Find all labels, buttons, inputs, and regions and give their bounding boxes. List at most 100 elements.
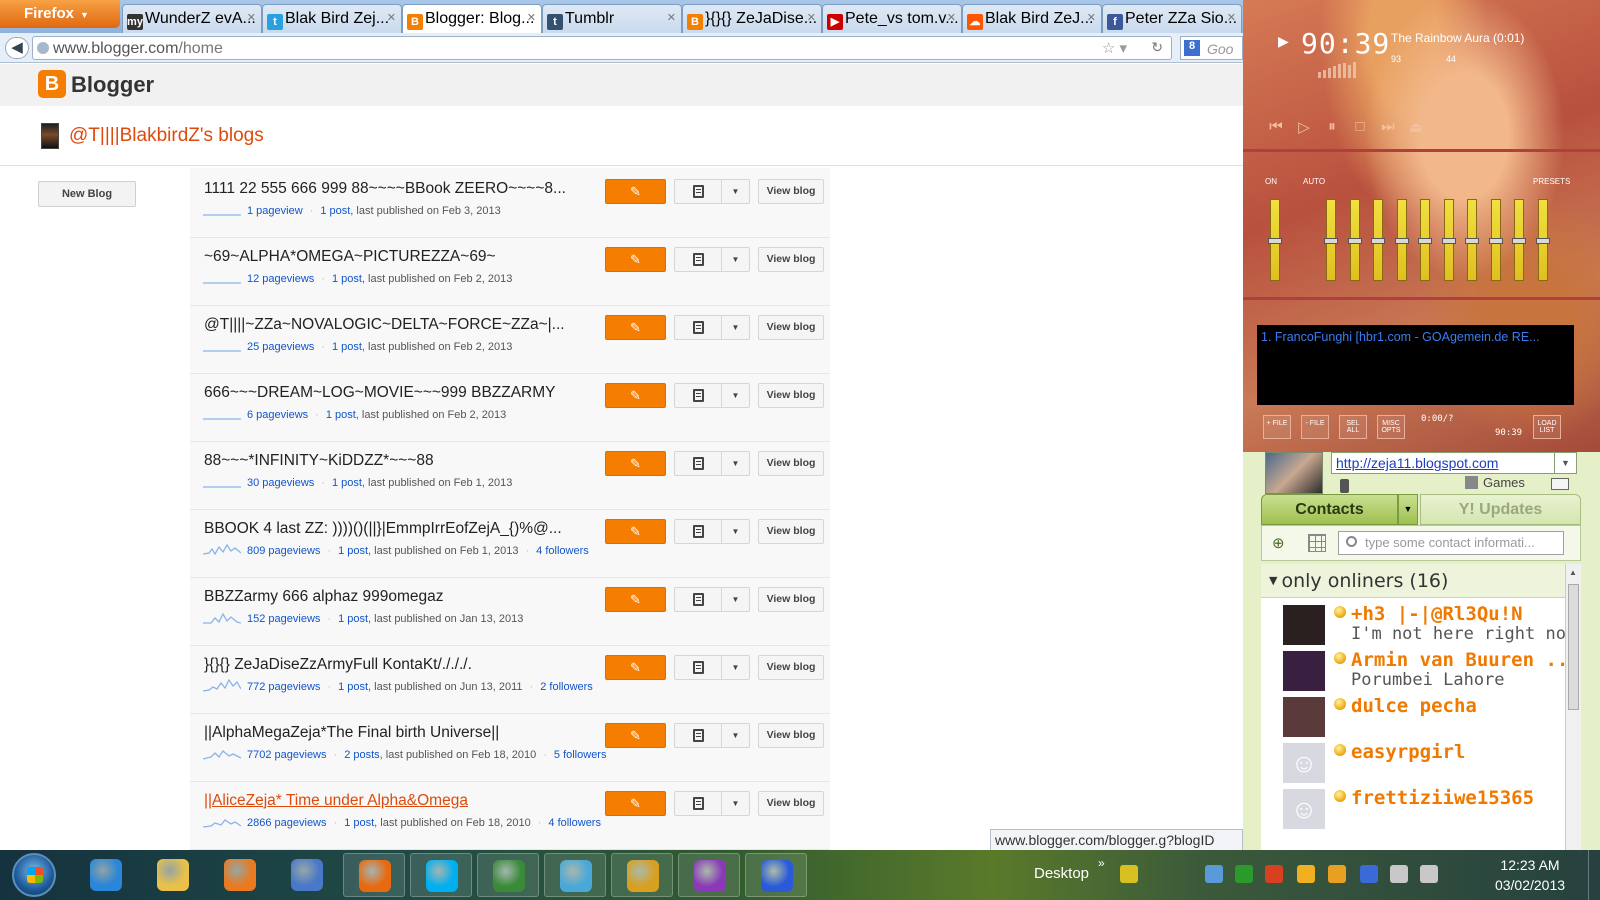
eq-band-slider[interactable] [1347,199,1362,281]
eq-band-slider[interactable] [1324,199,1338,281]
posts-link[interactable]: 1 post [332,341,362,353]
new-post-pencil-icon[interactable]: ✎ [605,247,666,272]
paint-taskbar-button[interactable] [276,853,338,897]
mail-icon[interactable] [1551,478,1569,490]
posts-link[interactable]: 1 post [338,613,368,625]
close-icon[interactable]: ✕ [1087,11,1096,24]
posts-button[interactable] [674,519,722,544]
posts-link[interactable]: 2 posts [344,749,379,761]
network-icon[interactable] [1390,865,1408,883]
new-post-pencil-icon[interactable]: ✎ [605,791,666,816]
close-icon[interactable]: ✕ [247,11,256,24]
blog-title-link[interactable]: ||AliceZeja* Time under Alpha&Omega [204,792,468,810]
contact-item[interactable]: ☺ easyrpgirl [1261,740,1565,786]
eq-knob[interactable] [1268,238,1282,244]
playlist-button[interactable]: - FILE [1301,415,1329,439]
browser-tab[interactable]: B}{}{} ZeJaDise... ✕ [682,4,822,33]
tray-app-icon[interactable] [1360,865,1378,883]
view-blog-button[interactable]: View blog [758,383,824,408]
avatar[interactable] [1265,452,1323,494]
browser-tab[interactable]: B Blogger: Blog... ✕ [402,4,542,33]
contact-item[interactable]: dulce pecha [1261,694,1565,740]
contact-search-input[interactable]: type some contact informati... [1338,531,1564,555]
eq-band-slider[interactable] [1418,199,1432,281]
blog-title-link[interactable]: 1111 22 555 666 999 88~~~~BBook ZEERO~~~… [204,180,566,198]
blog-title-link[interactable]: @T||||~ZZa~NOVALOGIC~DELTA~FORCE~ZZa~|..… [204,316,565,334]
blog-title-link[interactable]: BBZZarmy 666 alphaz 999omegaz [204,588,444,606]
new-post-pencil-icon[interactable]: ✎ [605,451,666,476]
search-input[interactable]: 8 Goo [1180,36,1243,60]
playlist-button[interactable]: MISC OPTS [1377,415,1405,439]
browser-tab[interactable]: ▶ Pete_vs tom.v... ✕ [822,4,962,33]
bird-taskbar-button[interactable] [745,853,807,897]
new-post-pencil-icon[interactable]: ✎ [605,587,666,612]
pageviews-link[interactable]: 30 pageviews [247,477,314,489]
show-desktop-button[interactable] [1588,850,1600,900]
eq-band-slider[interactable] [1268,199,1282,281]
close-icon[interactable]: ✕ [387,11,396,24]
posts-button[interactable] [674,383,722,408]
view-blog-button[interactable]: View blog [758,655,824,680]
messenger-taskbar-button[interactable] [544,853,606,897]
yahoo-messenger-taskbar-button[interactable] [678,853,740,897]
play-icon[interactable]: ▷ [1293,118,1315,136]
close-icon[interactable]: ✕ [527,11,536,24]
network-app-icon[interactable] [1235,865,1253,883]
playlist-button[interactable]: LOAD LIST [1533,415,1561,439]
status-message-field[interactable]: http://zeja11.blogspot.com [1331,452,1555,474]
blog-title-link[interactable]: 88~~~*INFINITY~KiDDZZ*~~~88 [204,452,434,470]
speaker-icon[interactable] [1420,865,1438,883]
pageviews-link[interactable]: 152 pageviews [247,613,320,625]
view-blog-button[interactable]: View blog [758,315,824,340]
posts-link[interactable]: 1 post [326,409,356,421]
eject-icon[interactable]: ⏏ [1405,118,1427,136]
spectrum-visualizer[interactable] [1278,60,1368,78]
pageviews-link[interactable]: 25 pageviews [247,341,314,353]
posts-button[interactable] [674,315,722,340]
browser-tab[interactable]: my WunderZ evA... ✕ [122,4,262,33]
chevron-down-icon[interactable]: ▼ [721,791,750,816]
posts-button[interactable] [674,451,722,476]
winamp-time[interactable]: 90:39 [1301,27,1390,60]
skype-taskbar-button[interactable] [410,853,472,897]
reload-icon[interactable]: ↻ [1151,39,1163,56]
start-button[interactable] [12,853,56,897]
pause-icon[interactable]: ⏸ [1321,118,1343,136]
posts-link[interactable]: 1 post [332,477,362,489]
new-post-pencil-icon[interactable]: ✎ [605,179,666,204]
eq-knob[interactable] [1324,238,1338,244]
blog-title-link[interactable]: ||AlphaMegaZeja*The Final birth Universe… [204,724,499,742]
firefox-menu-button[interactable]: Firefox ▼ [0,0,120,28]
posts-link[interactable]: 1 post [344,817,374,829]
eq-knob[interactable] [1394,238,1409,244]
emoticon-icon[interactable] [1328,865,1346,883]
blog-title-link[interactable]: }{}{} ZeJaDiseZzArmyFull KontaKt/./././. [204,656,472,674]
eq-on-toggle[interactable]: ON [1265,177,1277,186]
eq-knob[interactable] [1535,238,1550,244]
chevron-down-icon[interactable]: ▼ [721,315,750,340]
stop-icon[interactable]: □ [1349,118,1371,136]
view-blog-button[interactable]: View blog [758,519,824,544]
new-post-pencil-icon[interactable]: ✎ [605,383,666,408]
keyboard-icon[interactable] [1120,865,1138,883]
view-grid-icon[interactable] [1308,534,1326,552]
eq-knob[interactable] [1441,238,1456,244]
toolbar-chevron-icon[interactable]: » [1098,856,1105,870]
chevron-down-icon[interactable]: ▼ [721,179,750,204]
posts-button[interactable] [674,723,722,748]
contact-list-scrollbar[interactable]: ▲ [1565,564,1581,850]
games-button[interactable]: Games [1465,475,1525,490]
address-bar[interactable]: www.blogger.com/home ☆ ▾ ↻ [32,36,1172,60]
tab-contacts[interactable]: Contacts [1261,494,1398,525]
internet-explorer-taskbar-button[interactable] [75,853,137,897]
pageviews-link[interactable]: 12 pageviews [247,273,314,285]
view-blog-button[interactable]: View blog [758,791,824,816]
blog-title-link[interactable]: BBOOK 4 last ZZ: ))))()(||}|EmmpIrrEofZe… [204,520,562,538]
pageviews-link[interactable]: 7702 pageviews [247,749,327,761]
playlist-box[interactable]: 1. FrancoFunghi [hbr1.com - GOAgemein.de… [1257,325,1574,405]
new-blog-button[interactable]: New Blog [38,181,136,207]
playlist-item[interactable]: 1. FrancoFunghi [hbr1.com - GOAgemein.de… [1261,330,1571,344]
chevron-down-icon[interactable]: ▼ [721,383,750,408]
browser-tab[interactable]: t Tumblr ✕ [542,4,682,33]
eq-band-slider[interactable] [1535,199,1550,281]
